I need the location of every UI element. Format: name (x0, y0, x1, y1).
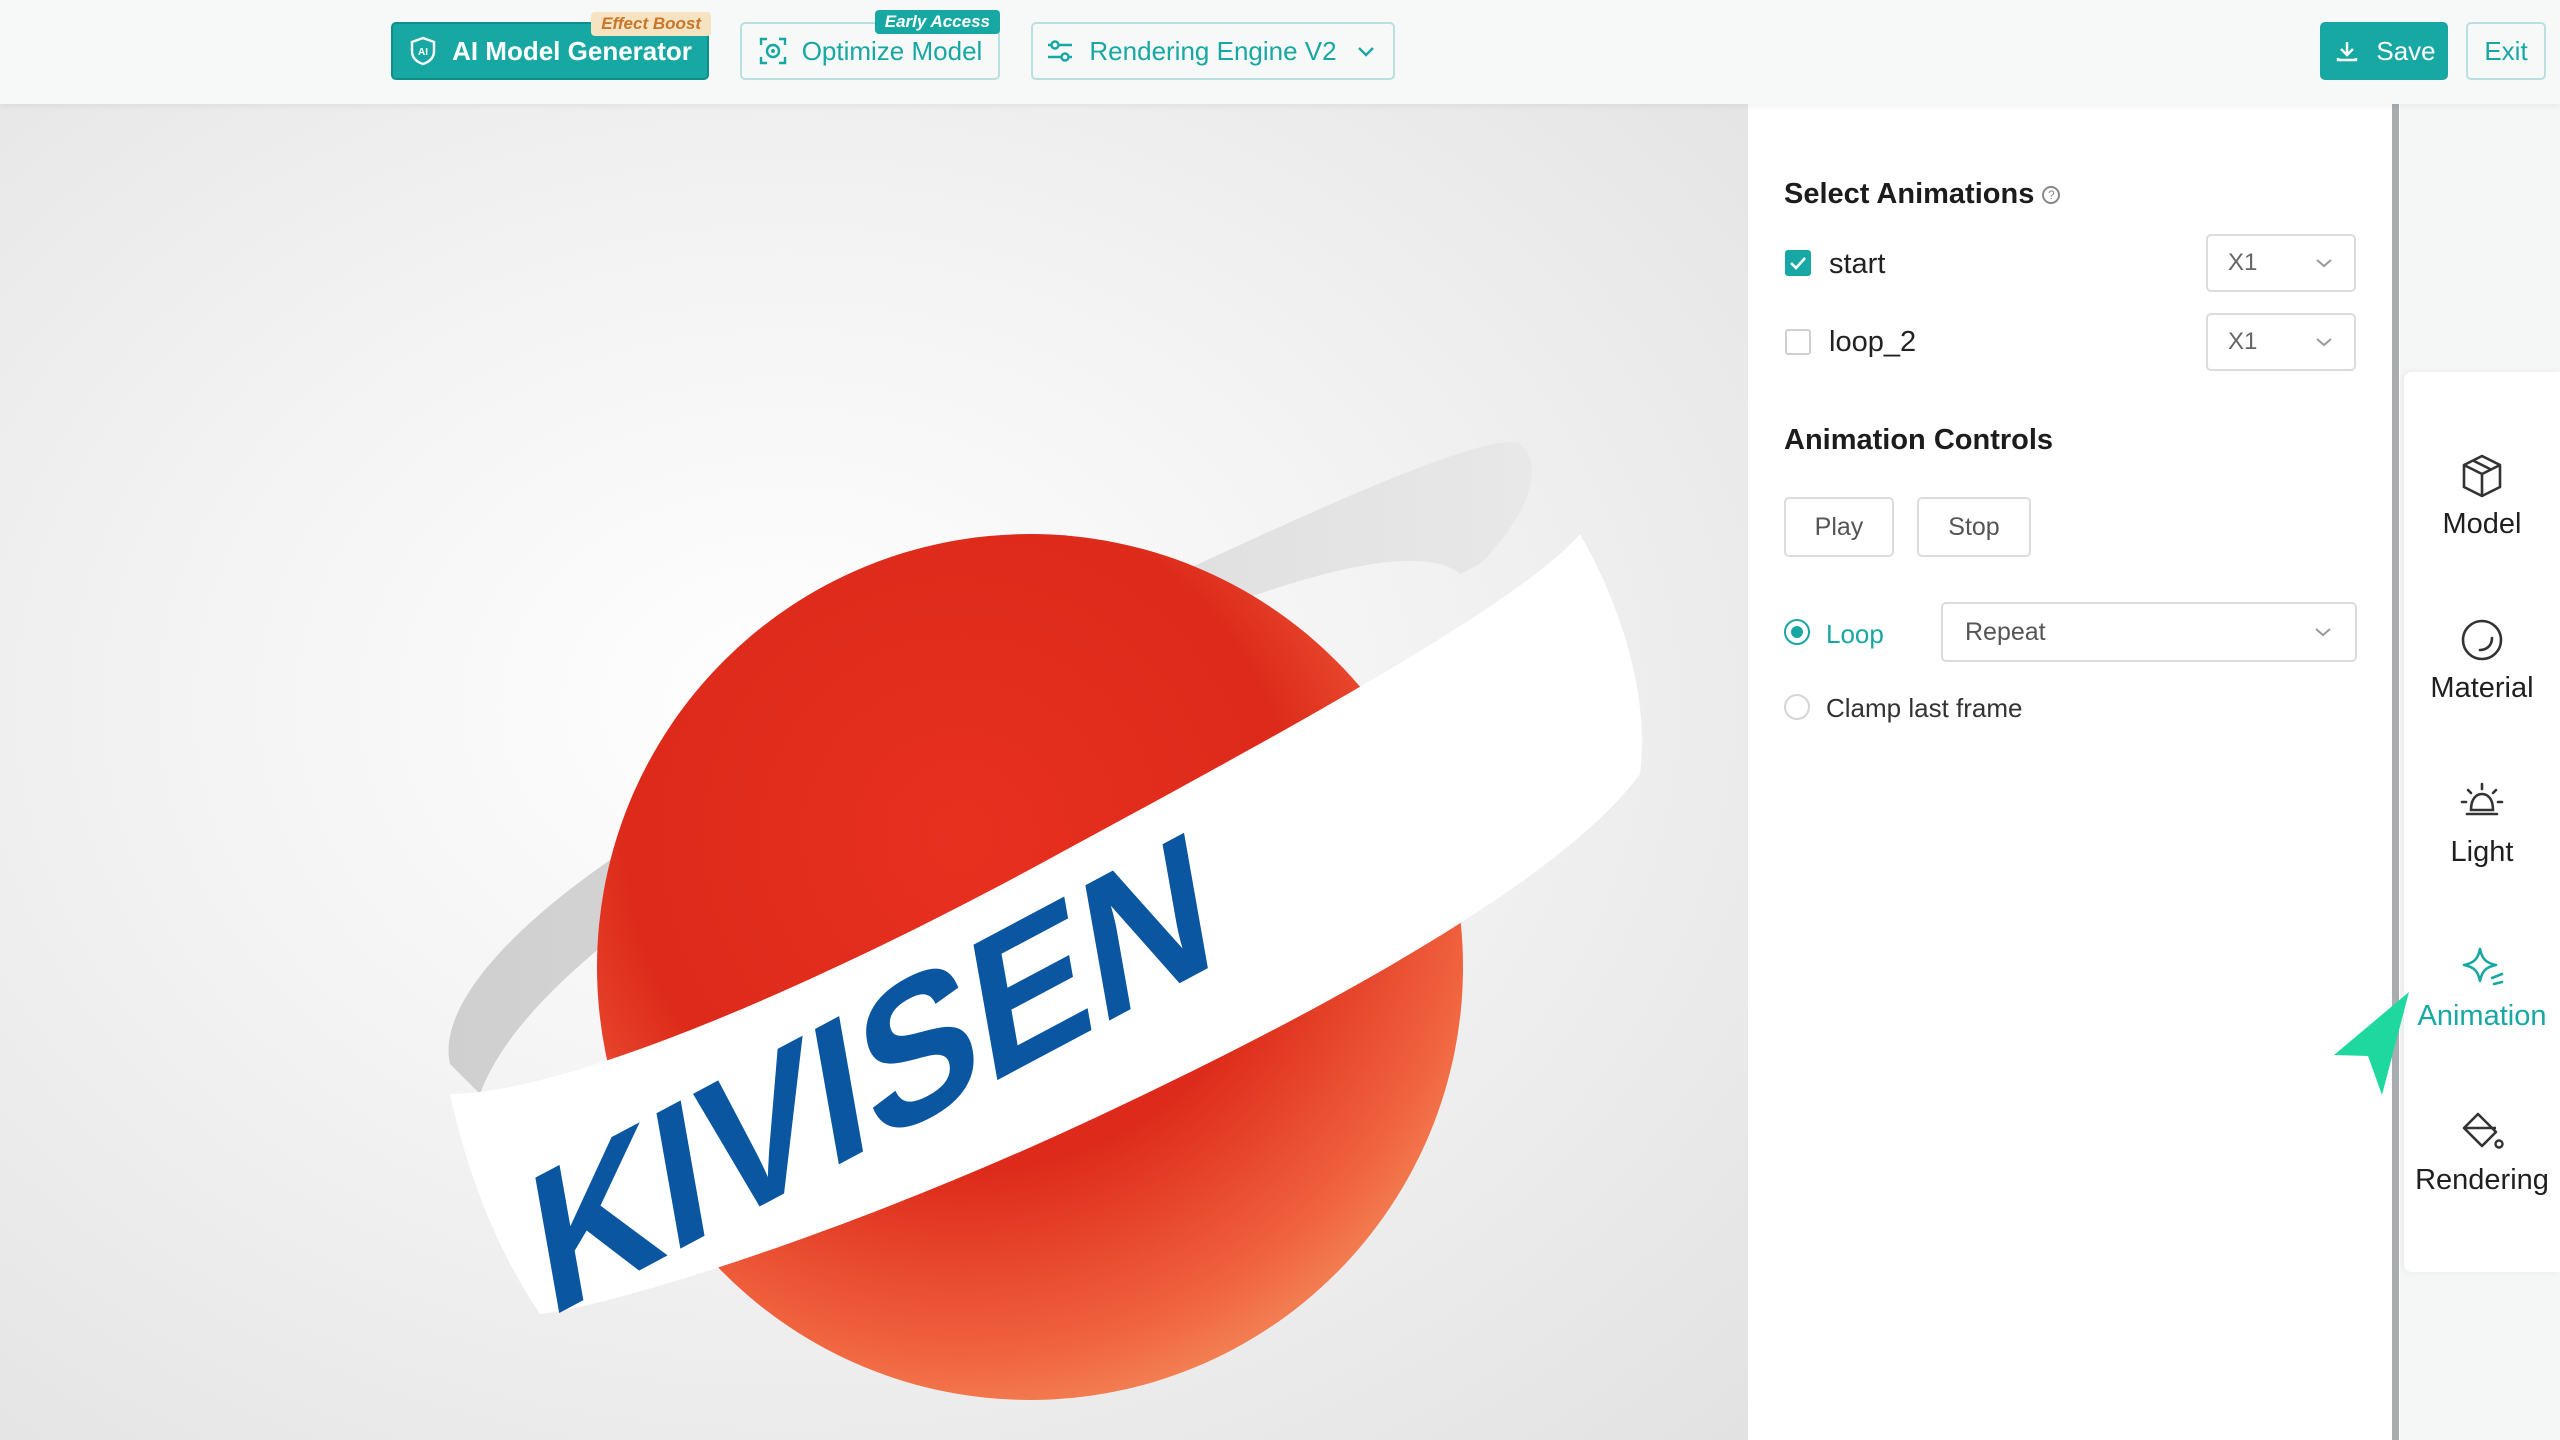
loop-mode-value: Repeat (1965, 617, 2046, 646)
rendering-engine-dropdown[interactable]: Rendering Engine V2 (1031, 22, 1395, 80)
animation-start-checkbox[interactable] (1785, 250, 1811, 276)
animation-loop2-speed-select[interactable]: X1 (2206, 313, 2356, 371)
sliders-icon (1045, 36, 1075, 66)
clamp-last-frame-radio[interactable] (1784, 694, 1810, 720)
chevron-down-icon (2316, 259, 2332, 268)
ai-model-generator-button[interactable]: AI AI Model Generator Effect Boost (391, 12, 711, 80)
download-icon (2332, 36, 2362, 66)
optimize-scan-icon (758, 36, 788, 66)
clamp-last-frame-label: Clamp last frame (1826, 693, 2023, 723)
loop-mode-select[interactable]: Repeat (1941, 602, 2357, 662)
mouse-pointer-icon (2334, 992, 2409, 1095)
bulb-icon (2460, 782, 2504, 815)
play-button[interactable]: Play (1784, 497, 1894, 557)
loop-radio-label: Loop (1826, 619, 1884, 649)
panel-scrollbar[interactable] (2392, 104, 2399, 1440)
sparkle-icon (2462, 947, 2504, 985)
optimize-model-button[interactable]: Optimize Model Early Access (740, 10, 1000, 80)
early-access-badge: Early Access (874, 10, 1000, 34)
save-label: Save (2376, 35, 2436, 66)
save-button[interactable]: Save (2320, 22, 2448, 80)
animation-panel (1748, 104, 2393, 1440)
stop-button[interactable]: Stop (1917, 497, 2031, 557)
nav-model-label: Model (2442, 507, 2522, 540)
effect-boost-badge: Effect Boost (591, 12, 711, 36)
chevron-down-icon (2315, 628, 2331, 637)
ai-model-generator-label: AI Model Generator (452, 35, 692, 66)
cube-icon (2462, 454, 2502, 497)
animation-start-speed-select[interactable]: X1 (2206, 234, 2356, 292)
animation-loop2-label: loop_2 (1829, 326, 1917, 358)
rendering-engine-label: Rendering Engine V2 (1089, 35, 1337, 66)
sphere-icon (2461, 619, 2503, 660)
nav-material[interactable]: Material (2404, 600, 2560, 720)
nav-light[interactable]: Light (2404, 764, 2560, 884)
chevron-down-icon (1351, 36, 1381, 66)
nav-rendering[interactable]: Rendering (2404, 1092, 2560, 1212)
top-toolbar: AI AI Model Generator Effect Boost Optim… (0, 0, 2560, 104)
help-icon[interactable]: ? (2042, 186, 2061, 205)
checkmark-icon (1790, 257, 1806, 270)
nav-light-label: Light (2450, 835, 2514, 868)
select-animations-heading: Select Animations? (1784, 178, 2061, 211)
select-animations-title: Select Animations (1784, 178, 2035, 210)
nav-material-label: Material (2430, 671, 2534, 704)
exit-button[interactable]: Exit (2466, 22, 2546, 80)
animation-start-label: start (1829, 248, 1886, 280)
optimize-model-label: Optimize Model (801, 35, 983, 66)
paint-bucket-icon (2462, 1112, 2504, 1149)
svg-text:AI: AI (418, 47, 428, 58)
speed-value: X1 (2228, 328, 2258, 355)
editor-root: AI AI Model Generator Effect Boost Optim… (0, 0, 2560, 1440)
model-viewport[interactable]: KIVISEN (0, 104, 1748, 1440)
chevron-down-icon (2316, 338, 2332, 347)
ai-shield-icon: AI (408, 36, 438, 66)
exit-label: Exit (2484, 35, 2528, 66)
loop-radio[interactable] (1784, 619, 1810, 645)
speed-value: X1 (2228, 249, 2258, 276)
nav-rendering-label: Rendering (2415, 1163, 2549, 1196)
nav-model[interactable]: Model (2404, 436, 2560, 556)
nav-animation[interactable]: Animation (2404, 928, 2560, 1048)
animation-loop2-checkbox[interactable] (1785, 329, 1811, 355)
model-render: KIVISEN (448, 442, 1642, 1400)
nav-animation-label: Animation (2417, 999, 2547, 1032)
animation-controls-heading: Animation Controls (1784, 424, 2054, 456)
